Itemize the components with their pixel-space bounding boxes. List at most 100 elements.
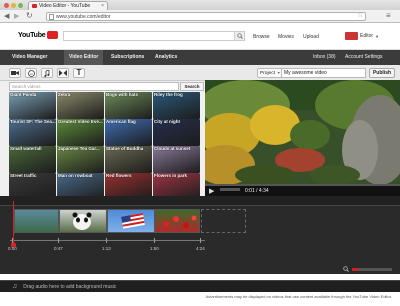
editor-tab-bar: Video Manager Video Editor Subscriptions…	[0, 50, 400, 65]
account-settings-link[interactable]: Account Settings	[340, 50, 388, 65]
maximize-window-button[interactable]	[18, 3, 23, 8]
video-thumbnail[interactable]: Riley the frog	[153, 92, 200, 119]
creative-commons-button[interactable]: cc	[25, 68, 37, 78]
video-thumbnail[interactable]: Bogs with hats	[105, 92, 152, 119]
thumbnail-title: City at night	[154, 119, 180, 124]
window-controls	[4, 3, 23, 8]
video-thumbnail[interactable]: Zebra	[57, 92, 104, 119]
browser-tab[interactable]: Video Editor - YouTube ×	[28, 1, 108, 10]
player-progress-fill	[205, 184, 206, 186]
close-tab-icon[interactable]: ×	[101, 3, 104, 9]
player-progress-track[interactable]	[205, 184, 400, 186]
timeline-tick	[58, 238, 59, 243]
user-menu[interactable]: Editor ▼	[345, 32, 379, 40]
tab-title: Video Editor - YouTube	[39, 3, 91, 9]
project-dropdown[interactable]: Project ▼	[257, 68, 284, 78]
timeline-clip-flag[interactable]	[107, 209, 155, 233]
video-thumbnail[interactable]: Statue of Buddha	[105, 146, 152, 173]
footer-disclaimer: Advertisements may be displayed on video…	[0, 292, 400, 306]
svg-text:cc: cc	[30, 71, 34, 75]
zoom-icon	[343, 266, 349, 272]
site-search-input[interactable]	[63, 31, 243, 41]
movies-link[interactable]: Movies	[278, 34, 294, 40]
timeline-tick	[154, 238, 155, 243]
thumbnail-title: Greatest Video Eve...	[58, 119, 103, 124]
text-button[interactable]: T	[73, 68, 85, 78]
video-thumbnail[interactable]: Greatest Video Eve...	[57, 119, 104, 146]
thumbnail-title: Riley the frog	[154, 92, 183, 97]
timeline-clip-flowers[interactable]	[155, 209, 200, 233]
back-icon[interactable]: ◀	[4, 12, 9, 20]
site-search-button[interactable]	[234, 31, 245, 41]
panda-thumbnail	[72, 212, 92, 230]
bookmark-star-icon[interactable]: ☆	[357, 11, 363, 19]
close-window-button[interactable]	[4, 3, 9, 8]
timeline-clip-panda[interactable]	[59, 209, 107, 233]
video-thumbnail[interactable]: Giant Panda	[9, 92, 56, 119]
playhead[interactable]	[13, 201, 14, 245]
project-name-input[interactable]: My awesome video	[281, 68, 366, 78]
audio-button[interactable]	[41, 68, 53, 78]
browser-menu-icon[interactable]: ≡	[386, 11, 391, 20]
video-thumbnail[interactable]: Small waterfall	[9, 146, 56, 173]
browse-link[interactable]: Browse	[253, 34, 270, 40]
minimize-window-button[interactable]	[11, 3, 16, 8]
playhead-handle[interactable]	[11, 243, 16, 247]
video-search-button[interactable]: Search	[180, 82, 204, 91]
timeline-marker-label: 0:47	[54, 246, 63, 251]
reload-icon[interactable]: ↻	[26, 11, 33, 20]
upload-link[interactable]: Upload	[303, 34, 319, 40]
tab-subscriptions[interactable]: Subscriptions	[106, 50, 149, 65]
camera-icon	[11, 71, 19, 75]
video-preview[interactable]	[205, 80, 400, 184]
publish-button[interactable]: Publish	[369, 68, 395, 78]
forward-icon[interactable]: ▶	[14, 12, 19, 20]
browser-titlebar: Video Editor - YouTube ×	[0, 0, 400, 10]
thumbnail-title: Zebra	[58, 92, 71, 97]
timeline-marker-label: 4:24	[196, 246, 205, 251]
timeline-marker-label: 1:50	[150, 246, 159, 251]
inbox-link[interactable]: Inbox (38)	[308, 50, 341, 65]
timeline-clip-waterfall[interactable]	[14, 209, 59, 233]
thumbnail-title: Clouds at sunset	[154, 146, 191, 151]
thumbnail-title: Small waterfall	[10, 146, 42, 151]
video-grid: Giant Panda Zebra Bogs with hats Riley the …	[9, 92, 204, 200]
chevron-down-icon: ▼	[276, 71, 281, 75]
thumbnail-title: Street traffic	[10, 173, 37, 178]
youtube-header: YouTube Browse Movies Upload Editor ▼	[0, 24, 400, 50]
thumbnail-title: Flowers in park	[154, 173, 188, 178]
video-thumbnail[interactable]: City at night	[153, 119, 200, 146]
music-note-icon: ♫	[12, 283, 18, 290]
url-field[interactable]: www.youtube.com/editor	[46, 12, 366, 21]
tab-video-manager[interactable]: Video Manager	[7, 50, 52, 65]
video-thumbnail[interactable]: Tourist SF: The Sea...	[9, 119, 56, 146]
audio-track[interactable]: ♫ Drag audio here to add background musi…	[0, 280, 400, 292]
video-search-input[interactable]: Search videos	[9, 82, 179, 91]
thumbnail-title: Statue of Buddha	[106, 146, 144, 151]
player-time: 0:01 / 4:34	[245, 188, 269, 194]
tab-analytics[interactable]: Analytics	[150, 50, 182, 65]
page-icon	[49, 14, 54, 20]
thumbnail-title: Japanese Tea Gar...	[58, 146, 100, 151]
play-icon[interactable]: ▶	[209, 187, 214, 195]
video-thumbnail[interactable]: Clouds at sunset	[153, 146, 200, 173]
video-thumbnail[interactable]: American flag	[105, 119, 152, 146]
timeline	[0, 196, 400, 274]
thumbnail-title: Bogs with hats	[106, 92, 139, 97]
flowers-thumbnail	[163, 215, 197, 228]
transitions-button[interactable]	[57, 68, 69, 78]
avatar	[345, 32, 358, 40]
youtube-logo[interactable]: YouTube	[18, 31, 58, 39]
timeline-marker-label: 1:13	[102, 246, 111, 251]
youtube-favicon-icon	[32, 4, 37, 8]
tab-video-editor[interactable]: Video Editor	[64, 50, 104, 65]
volume-slider[interactable]	[220, 188, 240, 191]
zoom-slider[interactable]	[352, 267, 392, 271]
player-controls: ▶ 0:01 / 4:34	[205, 184, 400, 196]
video-source-button[interactable]	[9, 68, 21, 78]
url-text: www.youtube.com/editor	[56, 14, 111, 20]
flag-thumbnail	[121, 213, 145, 229]
empty-clip-slot[interactable]	[201, 209, 246, 233]
video-thumbnail[interactable]: Japanese Tea Gar...	[57, 146, 104, 173]
text-icon: T	[76, 68, 82, 77]
